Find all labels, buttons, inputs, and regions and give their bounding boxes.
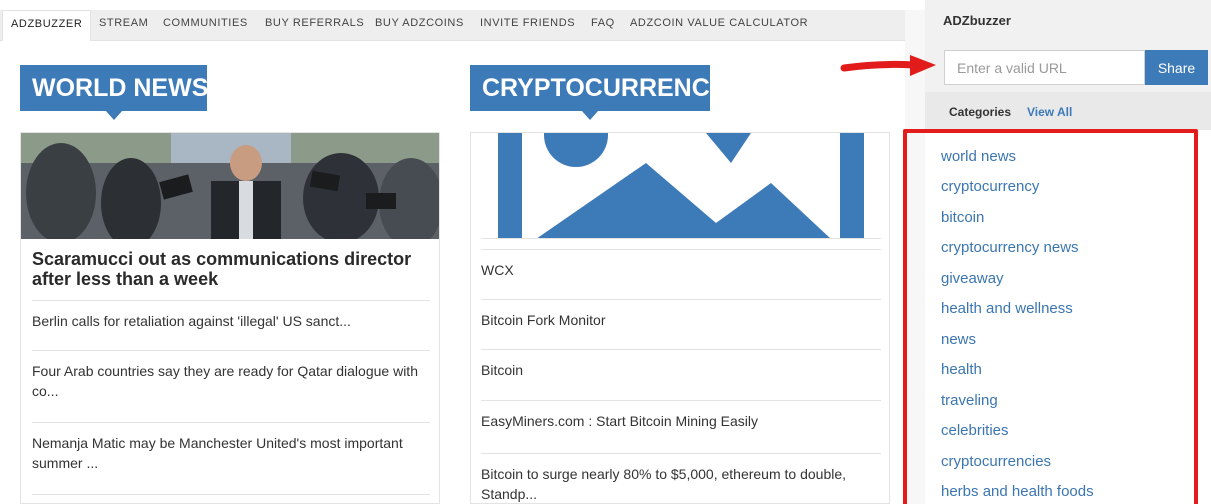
cryptocurrency-card: WCX Bitcoin Fork Monitor Bitcoin EasyMin… (470, 132, 890, 504)
world-news-article-1[interactable]: Berlin calls for retaliation against 'il… (32, 300, 430, 331)
lead-headline[interactable]: Scaramucci out as communications directo… (32, 249, 432, 289)
url-input[interactable] (944, 50, 1145, 85)
sidebar-title: ADZbuzzer (943, 13, 1011, 28)
placeholder-image[interactable] (481, 133, 881, 239)
world-news-title: WORLD NEWS (32, 74, 209, 102)
world-news-article-2[interactable]: Four Arab countries say they are ready f… (32, 350, 430, 401)
cryptocurrency-banner[interactable]: CRYPTOCURRENCY (470, 65, 726, 120)
categories-label: Categories (949, 105, 1012, 119)
press-scrum-image (21, 133, 439, 239)
nav-item-adzbuzzer[interactable]: ADZBUZZER (2, 10, 92, 41)
highlight-box (903, 129, 1198, 504)
nav-item-stream[interactable]: STREAM (91, 10, 156, 41)
image-placeholder-icon (498, 133, 864, 238)
nav-item-invite-friends[interactable]: INVITE FRIENDS (472, 10, 583, 41)
news-photo[interactable] (21, 133, 439, 239)
world-news-banner[interactable]: WORLD NEWS (20, 65, 209, 120)
banner-pointer (104, 110, 123, 120)
crypto-article-3[interactable]: Bitcoin (481, 349, 881, 380)
world-news-article-3[interactable]: Nemanja Matic may be Manchester United's… (32, 422, 430, 473)
nav-item-faq[interactable]: FAQ (583, 10, 623, 41)
crypto-article-5[interactable]: Bitcoin to surge nearly 80% to $5,000, e… (481, 453, 881, 503)
top-nav: ADZBUZZER STREAM COMMUNITIES BUY REFERRA… (0, 0, 925, 44)
nav-item-adzcoin-value-calculator[interactable]: ADZCOIN VALUE CALCULATOR (622, 10, 816, 41)
share-button[interactable]: Share (1145, 50, 1208, 85)
view-all-link[interactable]: View All (1027, 105, 1072, 119)
banner-pointer (581, 110, 599, 120)
nav-item-communities[interactable]: COMMUNITIES (155, 10, 256, 41)
crypto-article-1[interactable]: WCX (481, 249, 881, 280)
world-news-divider (32, 494, 430, 503)
categories-header: Categories View All (925, 92, 1211, 130)
nav-item-buy-adzcoins[interactable]: BUY ADZCOINS (367, 10, 472, 41)
world-news-card: Scaramucci out as communications directo… (20, 132, 440, 504)
cryptocurrency-title: CRYPTOCURRENCY (482, 74, 727, 102)
red-arrow-icon (840, 55, 936, 76)
nav-item-buy-referrals[interactable]: BUY REFERRALS (257, 10, 372, 41)
crypto-article-4[interactable]: EasyMiners.com : Start Bitcoin Mining Ea… (481, 400, 881, 431)
crypto-article-2[interactable]: Bitcoin Fork Monitor (481, 299, 881, 330)
